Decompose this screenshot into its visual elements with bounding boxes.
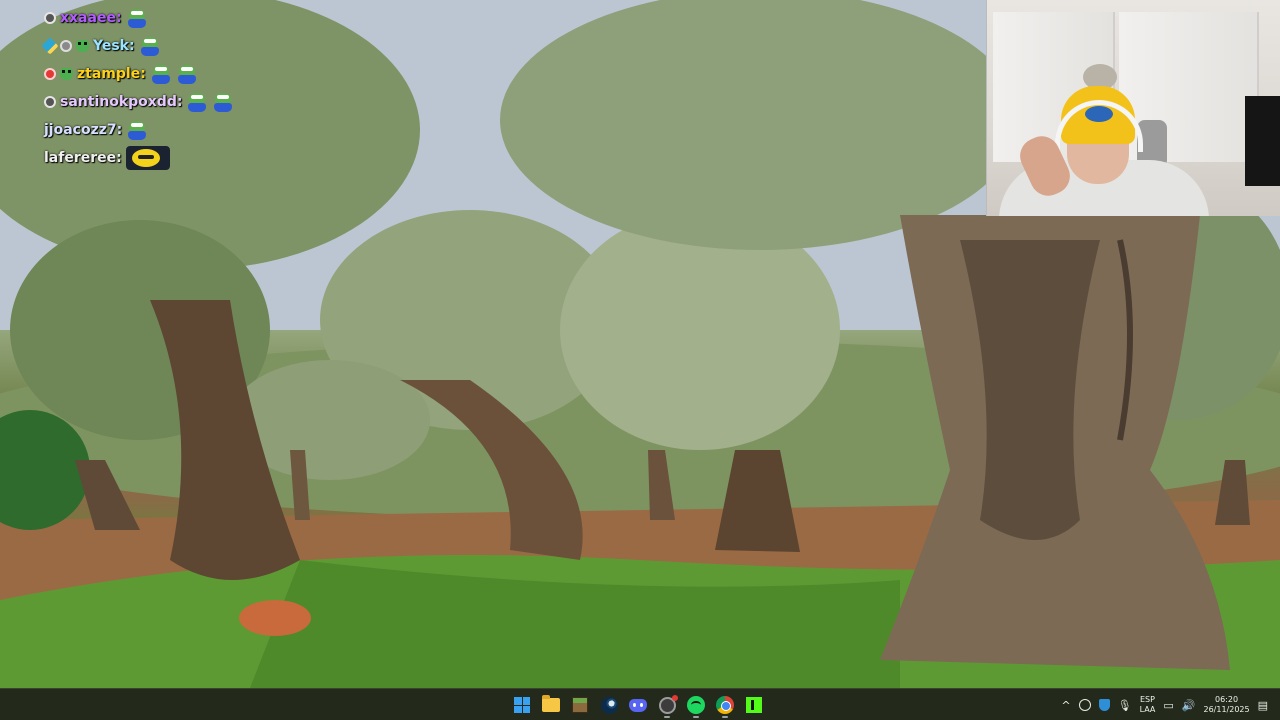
chat-username: Yesk: <box>93 38 135 54</box>
chat-message: lafereree: <box>44 144 304 172</box>
volume-icon[interactable]: 🔊 <box>1182 700 1196 711</box>
taskbar-obs[interactable] <box>655 691 679 719</box>
chat-username: xxaaee: <box>60 10 122 26</box>
taskbar-apps <box>510 689 766 720</box>
taskbar-file-explorer[interactable] <box>539 691 563 719</box>
frog-badge-icon <box>60 68 73 80</box>
kick-icon <box>746 697 762 713</box>
viewer-badge-icon <box>44 12 56 24</box>
sync-icon[interactable] <box>1078 699 1091 711</box>
frog-badge-icon <box>76 40 89 52</box>
chat-username: ztample: <box>77 66 146 82</box>
minion-emote-icon <box>125 146 170 170</box>
frog-emote-icon <box>126 120 148 140</box>
clock-time: 06:20 <box>1215 695 1239 704</box>
subscriber-badge-icon <box>60 40 72 52</box>
chat-message: xxaaee: <box>44 4 304 32</box>
windows-taskbar: ^ 🎙 ESP LAA ▭ 🔊 06:20 26/11/2025 ▤ <box>0 688 1280 720</box>
pencil-badge-icon <box>41 37 59 55</box>
obs-icon <box>658 694 678 714</box>
chat-username: lafereree: <box>44 150 122 166</box>
taskbar-discord[interactable] <box>626 691 650 719</box>
frog-emote-icon <box>150 64 172 84</box>
webcam-overlay <box>986 0 1280 216</box>
language-code: ESP <box>1139 695 1155 704</box>
show-hidden-icons-chevron-icon[interactable]: ^ <box>1061 700 1070 711</box>
network-monitor-icon[interactable]: ▭ <box>1163 700 1173 711</box>
system-tray: ^ 🎙 ESP LAA ▭ 🔊 06:20 26/11/2025 ▤ <box>1061 689 1280 720</box>
frog-emote-icon <box>126 8 148 28</box>
language-indicator[interactable]: ESP LAA <box>1140 695 1156 715</box>
chat-message: santinokpoxdd: <box>44 88 304 116</box>
folder-icon <box>542 695 560 712</box>
taskbar-chrome[interactable] <box>713 691 737 719</box>
background-monitor <box>1245 96 1280 186</box>
chrome-icon <box>716 696 734 714</box>
clock-date: 26/11/2025 <box>1203 705 1250 714</box>
taskbar-clock[interactable]: 06:20 26/11/2025 <box>1203 695 1249 715</box>
chat-username: jjoacozz7: <box>44 122 123 138</box>
security-shield-icon[interactable] <box>1098 699 1110 711</box>
chat-username: santinokpoxdd: <box>60 94 183 110</box>
frog-emote-icon <box>139 36 161 56</box>
chat-message: ztample: <box>44 60 304 88</box>
stream-chat-overlay: xxaaee: Yesk: ztample: santinokpoxdd: jj… <box>41 4 304 172</box>
gift-badge-icon <box>44 68 56 80</box>
keyboard-layout: LAA <box>1139 705 1156 714</box>
steam-icon <box>600 696 618 714</box>
frog-emote-icon <box>186 92 208 112</box>
taskbar-minecraft[interactable] <box>568 691 592 719</box>
taskbar-kick[interactable] <box>742 691 766 719</box>
microphone-icon[interactable]: 🎙 <box>1118 700 1132 711</box>
taskbar-steam[interactable] <box>597 691 621 719</box>
chat-message: jjoacozz7: <box>44 116 304 144</box>
minecraft-block-icon <box>572 697 588 713</box>
start-button[interactable] <box>510 691 534 719</box>
notifications-icon[interactable]: ▤ <box>1258 700 1268 711</box>
discord-icon <box>629 698 647 712</box>
frog-emote-icon <box>212 92 234 112</box>
chat-message: Yesk: <box>41 32 304 60</box>
taskbar-spotify[interactable] <box>684 691 708 719</box>
frog-emote-icon <box>176 64 198 84</box>
spotify-icon <box>687 696 705 714</box>
viewer-badge-icon <box>44 96 56 108</box>
windows-logo-icon <box>514 697 530 713</box>
